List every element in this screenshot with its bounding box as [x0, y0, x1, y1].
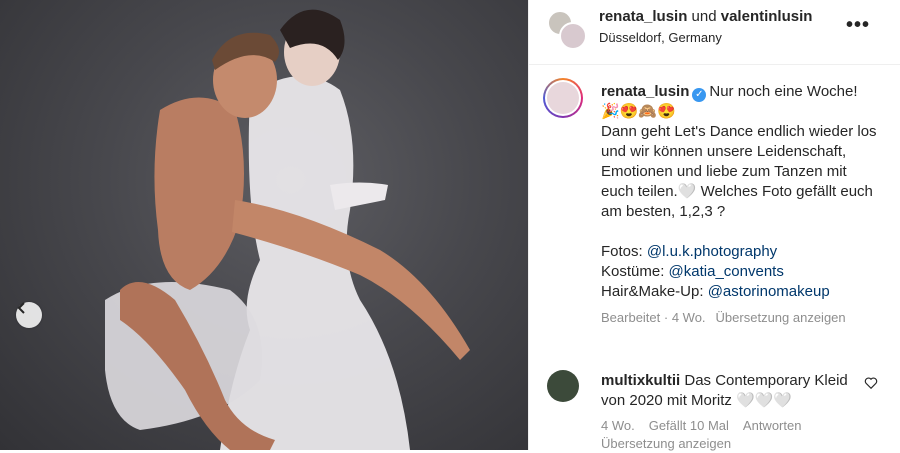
previous-image-button[interactable] — [16, 302, 42, 328]
location-link[interactable]: Düsseldorf, Germany — [599, 30, 722, 45]
hair-label: Hair&Make-Up: — [601, 283, 704, 300]
caption-meta: Bearbeitet · 4 Wo. Übersetzung anzeigen — [601, 308, 881, 328]
fotos-label: Fotos: — [601, 243, 643, 260]
avatar[interactable] — [547, 370, 579, 402]
comment-age: 4 Wo. — [601, 418, 635, 433]
post-authors: renata_lusin und valentinlusin — [599, 8, 812, 25]
verified-icon: ✓ — [692, 88, 707, 102]
avatar — [547, 82, 579, 114]
reply-link[interactable]: Antworten — [743, 418, 802, 433]
comment: multixkultii Das Contemporary Kleid von … — [601, 371, 871, 453]
post-photo[interactable] — [0, 0, 528, 450]
comment-likes-link[interactable]: Gefällt 10 Mal — [649, 418, 729, 433]
caption-username[interactable]: renata_lusin — [601, 83, 689, 100]
fotos-link[interactable]: @l.u.k.photography — [647, 243, 777, 260]
chevron-left-icon — [17, 302, 25, 314]
caption-emojis: 🎉😍🙈😍 — [601, 103, 676, 120]
kostueme-label: Kostüme: — [601, 263, 665, 280]
caption-avatar[interactable] — [543, 78, 583, 118]
edited-timestamp: Bearbeitet · 4 Wo. — [601, 310, 706, 325]
author-link-2[interactable]: valentinlusin — [721, 8, 813, 25]
author-link-1[interactable]: renata_lusin — [599, 8, 687, 25]
caption-body: Dann geht Let's Dance endlich wieder los… — [601, 123, 877, 220]
author-connector: und — [691, 8, 717, 25]
translate-comment-link[interactable]: Übersetzung anzeigen — [601, 436, 731, 451]
avatar[interactable] — [559, 22, 587, 50]
comment-username[interactable]: multixkultii — [601, 372, 680, 389]
caption: renata_lusin ✓ Nur noch eine Woche! 🎉😍🙈😍 D… — [601, 82, 881, 328]
comment-meta: 4 Wo. Gefällt 10 Mal Antworten Übersetzung… — [601, 417, 871, 453]
caption-line1: Nur noch eine Woche! — [709, 83, 858, 100]
post-header: renata_lusin und valentinlusin Düsseldor… — [529, 0, 900, 65]
dancers-image — [105, 9, 470, 450]
author-avatars[interactable] — [547, 10, 587, 50]
hair-link[interactable]: @astorinomakeup — [708, 283, 830, 300]
heart-icon[interactable] — [864, 376, 878, 390]
post-sidebar: renata_lusin und valentinlusin Düsseldor… — [528, 0, 900, 453]
kostueme-link[interactable]: @katia_convents — [669, 263, 784, 280]
more-options-icon[interactable]: ••• — [846, 14, 870, 37]
translate-caption-link[interactable]: Übersetzung anzeigen — [716, 310, 846, 325]
